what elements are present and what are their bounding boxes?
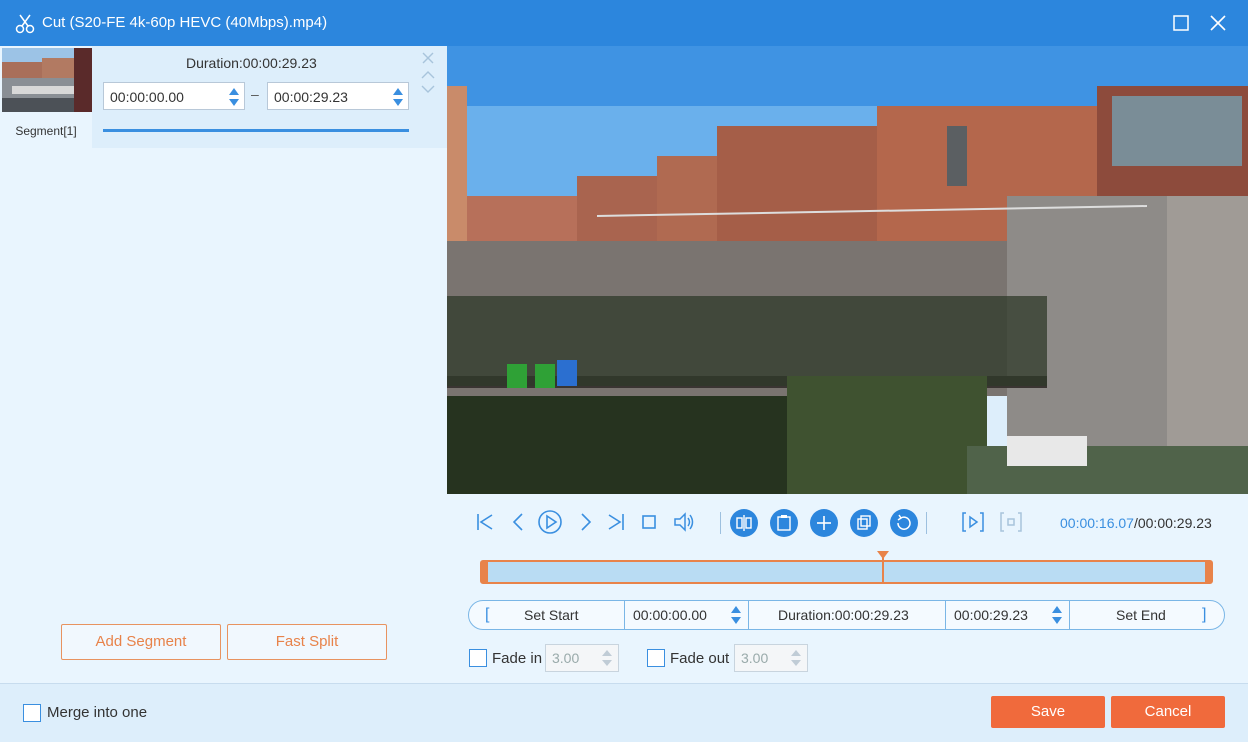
segment-start-field[interactable]: 00:00:00.00 [103,82,245,110]
stop-icon[interactable] [636,509,662,535]
go-to-end-icon[interactable] [602,509,628,535]
trim-duration: Duration:00:00:29.23 [778,607,909,623]
divider [624,601,625,629]
trim-bar: [ Set Start 00:00:00.00 Duration:00:00:2… [468,600,1225,630]
timeline-track[interactable] [480,551,1213,584]
stop-segment-icon[interactable] [998,509,1024,535]
move-down-icon[interactable] [420,84,436,94]
spinner-icon[interactable] [730,604,742,626]
fade-in-checkbox[interactable] [469,649,487,667]
fade-in-input[interactable]: 3.00 [545,644,619,672]
control-panel: 00:00:16.07/00:00:29.23 [ Set Start 00:0… [447,494,1248,683]
segment-thumbnail-area: Segment[1] [0,46,92,148]
title-bar: Cut (S20-FE 4k-60p HEVC (40Mbps).mp4) [0,0,1248,46]
add-segment-button[interactable]: Add Segment [61,624,221,660]
segment-thumbnail [2,48,92,112]
snapshot-icon[interactable] [769,508,799,538]
spinner-icon[interactable] [601,648,613,668]
cancel-button[interactable]: Cancel [1111,696,1225,728]
fade-out-checkbox[interactable] [647,649,665,667]
segment-range-bar [103,129,409,132]
divider [945,601,946,629]
copy-icon[interactable] [849,508,879,538]
fade-out-value: 3.00 [741,650,769,666]
scissors-icon [15,14,35,34]
fade-in-label: Fade in [492,650,543,667]
end-handle[interactable] [1205,562,1211,582]
maximize-icon[interactable] [1172,14,1190,32]
start-handle[interactable] [482,562,488,582]
fast-split-button[interactable]: Fast Split [227,624,387,660]
merge-checkbox[interactable] [23,704,41,722]
spinner-icon[interactable] [392,86,404,108]
fade-in-value: 3.00 [552,650,580,666]
play-icon[interactable] [537,509,563,535]
move-up-icon[interactable] [420,70,436,80]
go-to-start-icon[interactable] [473,509,499,535]
reset-icon[interactable] [889,508,919,538]
split-icon[interactable] [729,508,759,538]
divider [748,601,749,629]
playhead-marker-icon[interactable] [877,551,889,559]
window-title: Cut (S20-FE 4k-60p HEVC (40Mbps).mp4) [42,14,328,31]
divider [720,512,721,534]
left-bracket-icon: [ [485,606,490,623]
video-preview[interactable] [447,46,1248,494]
range-dash: – [251,86,259,102]
spinner-icon[interactable] [228,86,240,108]
previous-frame-icon[interactable] [505,509,531,535]
save-button[interactable]: Save [991,696,1105,728]
volume-icon[interactable] [671,509,697,535]
merge-label: Merge into one [47,704,148,721]
segment-end-value: 00:00:29.23 [274,89,348,105]
play-segment-icon[interactable] [960,509,986,535]
segment-start-value: 00:00:00.00 [110,89,184,105]
current-time: 00:00:16.07 [1060,515,1134,531]
footer-bar: Merge into one Save Cancel [0,683,1248,742]
next-frame-icon[interactable] [573,509,599,535]
fade-out-input[interactable]: 3.00 [734,644,808,672]
segment-row[interactable]: Segment[1] Duration:00:00:29.23 00:00:00… [0,46,447,148]
divider [926,512,927,534]
start-time-field[interactable]: 00:00:00.00 [633,601,707,629]
add-icon[interactable] [809,508,839,538]
spinner-icon[interactable] [1051,604,1063,626]
fade-out-label: Fade out [670,650,730,667]
time-readout: 00:00:16.07/00:00:29.23 [1060,515,1212,531]
segment-end-field[interactable]: 00:00:29.23 [267,82,409,110]
set-start-button[interactable]: Set Start [524,601,578,629]
segment-panel: Segment[1] Duration:00:00:29.23 00:00:00… [0,46,447,683]
segment-label: Segment[1] [15,124,77,138]
end-time-field[interactable]: 00:00:29.23 [954,601,1028,629]
right-bracket-icon: ] [1202,606,1207,623]
segment-duration: Duration:00:00:29.23 [186,55,317,71]
divider [1069,601,1070,629]
total-time: /00:00:29.23 [1133,515,1212,531]
close-icon[interactable] [1208,13,1228,33]
remove-segment-icon[interactable] [421,51,435,65]
spinner-icon[interactable] [790,648,802,668]
set-end-button[interactable]: Set End [1116,601,1166,629]
